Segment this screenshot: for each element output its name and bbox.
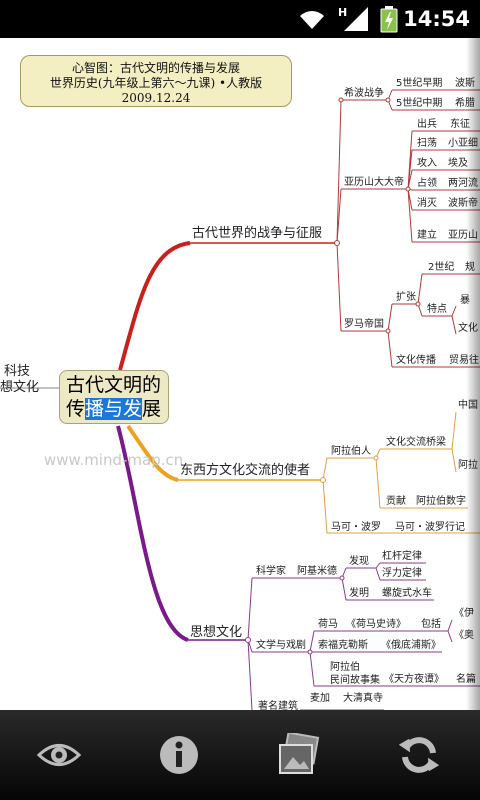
eye-button[interactable] bbox=[32, 728, 86, 782]
mind-map-canvas[interactable]: www.mind-map.cn 心智图：古代文明的传播与发展 世界历史(九年级上… bbox=[0, 38, 480, 710]
node-alex-item-1[interactable]: 出兵 bbox=[417, 120, 437, 130]
node-grand-mosque[interactable]: 大清真寺 bbox=[343, 694, 383, 704]
node-contribution[interactable]: 贡献 bbox=[386, 497, 406, 507]
node-arabian-nights[interactable]: 《天方夜谭》 bbox=[384, 675, 444, 685]
left-branch-label-2[interactable]: 想文化 bbox=[0, 381, 39, 394]
node-literature-drama[interactable]: 文学与戏剧 bbox=[256, 641, 306, 651]
central-topic-line1: 古代文明的 bbox=[66, 374, 162, 396]
node-mecca[interactable]: 麦加 bbox=[310, 694, 330, 704]
branch-thought[interactable]: 思想文化 bbox=[190, 626, 242, 639]
node-architecture[interactable]: 著名建筑 bbox=[258, 702, 298, 711]
branch-war[interactable]: 古代世界的战争与征服 bbox=[192, 227, 322, 240]
node-screw-waterwheel[interactable]: 螺旋式水车 bbox=[382, 589, 432, 599]
node-alex-item-5[interactable]: 消灭 bbox=[417, 199, 437, 209]
node-greek-war-item-2[interactable]: 5世纪中期 bbox=[396, 99, 442, 109]
map-subtitle: 世界历史(九年级上第六～九课) •人教版 bbox=[49, 76, 263, 90]
bottom-toolbar bbox=[0, 710, 480, 800]
node-arabs[interactable]: 阿拉伯人 bbox=[331, 447, 371, 457]
gallery-icon bbox=[279, 733, 320, 774]
network-type-label: H bbox=[338, 6, 348, 19]
map-title-box[interactable]: 心智图：古代文明的传播与发展 世界历史(九年级上第六～九课) •人教版 2009… bbox=[20, 55, 292, 107]
wifi-icon bbox=[296, 0, 328, 38]
refresh-icon bbox=[398, 737, 440, 773]
node-marco-polo[interactable]: 马可・波罗 bbox=[331, 523, 381, 533]
node-marco-polo-travels[interactable]: 马可・波罗行记 bbox=[395, 523, 465, 533]
node-arabic-numerals[interactable]: 阿拉伯数字 bbox=[416, 497, 466, 507]
node-scientists[interactable]: 科学家 bbox=[256, 567, 286, 577]
node-alex-detail-3[interactable]: 埃及 bbox=[448, 159, 468, 169]
node-invention[interactable]: 发明 bbox=[349, 589, 369, 599]
map-date: 2009.12.24 bbox=[121, 91, 191, 105]
node-alexander[interactable]: 亚历山大大帝 bbox=[344, 178, 404, 188]
node-oedipus[interactable]: 《俄底浦斯》 bbox=[381, 641, 441, 651]
refresh-button[interactable] bbox=[392, 728, 446, 782]
node-alex-item-4[interactable]: 占领 bbox=[417, 179, 437, 189]
central-topic-line2: 传播与发展 bbox=[66, 398, 162, 420]
node-rome-century[interactable]: 2世纪 bbox=[428, 263, 454, 273]
node-rome-features[interactable]: 特点 bbox=[427, 305, 447, 315]
node-discovery[interactable]: 发现 bbox=[349, 557, 369, 567]
node-culture-bridge[interactable]: 文化交流桥梁 bbox=[386, 438, 446, 448]
watermark: www.mind-map.cn bbox=[44, 451, 184, 469]
info-icon bbox=[160, 736, 198, 774]
node-rome-expand[interactable]: 扩张 bbox=[396, 293, 416, 303]
node-rome-culture[interactable]: 文化传播 bbox=[396, 356, 436, 366]
gallery-button[interactable] bbox=[272, 728, 326, 782]
node-greek-persian-war[interactable]: 希波战争 bbox=[344, 89, 384, 99]
node-buoyancy-law[interactable]: 浮力定律 bbox=[382, 569, 422, 579]
node-sophocles[interactable]: 索福克勒斯 bbox=[318, 641, 368, 651]
eye-icon bbox=[36, 744, 82, 766]
node-alex-item-6[interactable]: 建立 bbox=[417, 231, 437, 241]
node-lever-law[interactable]: 杠杆定律 bbox=[382, 552, 422, 562]
node-alex-item-2[interactable]: 扫荡 bbox=[417, 139, 437, 149]
node-homer[interactable]: 荷马 bbox=[318, 620, 338, 630]
node-homer-epics[interactable]: 《荷马史诗》 bbox=[346, 620, 406, 630]
node-archimedes[interactable]: 阿基米德 bbox=[297, 567, 337, 577]
clock: 14:54 bbox=[403, 7, 470, 31]
central-topic[interactable]: 古代文明的 传播与发展 bbox=[59, 370, 169, 424]
branch-envoy[interactable]: 东西方文化交流的使者 bbox=[180, 464, 310, 477]
node-greek-war-item-1[interactable]: 5世纪早期 bbox=[396, 79, 442, 89]
node-alex-item-3[interactable]: 攻入 bbox=[417, 159, 437, 169]
info-button[interactable] bbox=[152, 728, 206, 782]
page-edge-shadow bbox=[466, 38, 480, 710]
signal-h-icon: H bbox=[336, 0, 370, 38]
node-arab-folk-2[interactable]: 民间故事集 bbox=[330, 676, 380, 686]
battery-charging-icon bbox=[378, 0, 400, 38]
node-arab-folk-1[interactable]: 阿拉伯 bbox=[330, 663, 360, 673]
left-branch-label-1[interactable]: 科技 bbox=[4, 365, 30, 378]
map-title: 心智图：古代文明的传播与发展 bbox=[71, 61, 240, 75]
status-bar: H 14:54 bbox=[0, 0, 480, 38]
node-roman-empire[interactable]: 罗马帝国 bbox=[344, 320, 384, 330]
node-homer-includes[interactable]: 包括 bbox=[421, 620, 441, 630]
